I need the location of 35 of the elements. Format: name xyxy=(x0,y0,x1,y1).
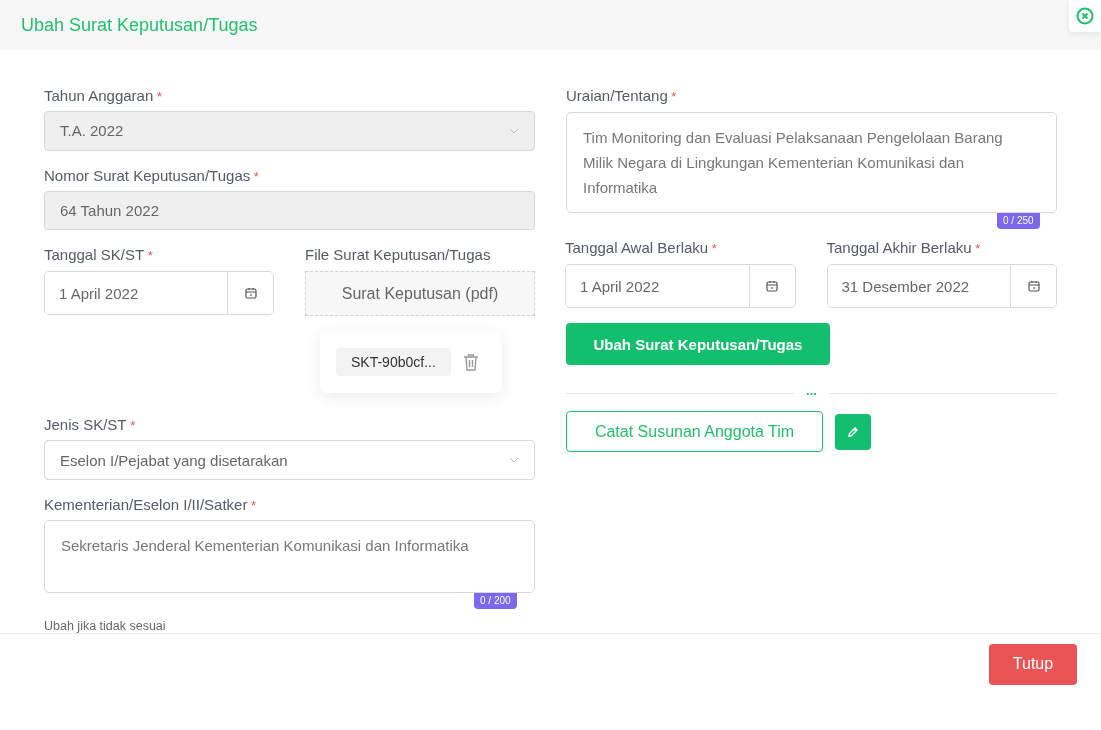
chevron-down-icon xyxy=(509,457,519,464)
text-area[interactable]: Tim Monitoring dan Evaluasi Pelaksanaan Pengelolaan Barang Milik Negara di Lingkungan Kementerian Komunikasi dan Informatika xyxy=(566,112,1057,213)
close-icon xyxy=(1076,7,1094,25)
date-field[interactable]: 31 Desember 2022 xyxy=(826,264,1057,308)
character-counter: 0 / 250 xyxy=(997,213,1040,229)
calendar-button[interactable] xyxy=(227,272,273,315)
field-label: Tanggal SK/ST * xyxy=(44,246,154,265)
file-name[interactable]: SKT-90b0cf... xyxy=(336,348,451,377)
calendar-icon xyxy=(766,280,778,292)
calendar-icon xyxy=(244,287,257,300)
select-field[interactable]: Eselon I/Pejabat yang disetarakan xyxy=(44,440,535,480)
field-label: Nomor Surat Keputusan/Tugas * xyxy=(44,166,260,184)
pencil-icon xyxy=(847,425,859,438)
field-label: Tahun Anggaran * xyxy=(44,87,163,104)
calendar-button[interactable] xyxy=(748,265,795,307)
field-label: Jenis SK/ST * xyxy=(44,416,137,434)
date-field[interactable]: 1 April 2022 xyxy=(565,264,796,308)
field-label: Tanggal Awal Berlaku * xyxy=(565,239,718,257)
field-label: File Surat Keputusan/Tugas xyxy=(305,246,492,265)
calendar-icon xyxy=(1027,280,1040,292)
field-label: Tanggal Akhir Berlaku * xyxy=(826,239,982,257)
hint-text: Ubah jika tidak sesuai xyxy=(44,619,167,633)
close-dialog-button[interactable]: Tutup xyxy=(989,643,1077,685)
trash-icon[interactable] xyxy=(462,353,479,372)
close-button[interactable] xyxy=(1069,0,1101,32)
file-upload-area[interactable]: Surat Keputusan (pdf) xyxy=(305,271,535,317)
more-dots: ... xyxy=(805,387,818,399)
text-area[interactable]: Sekretaris Jenderal Kementerian Komunikasi dan Informatika xyxy=(44,519,535,593)
field-label: Uraian/Tentang * xyxy=(566,87,678,105)
calendar-button[interactable] xyxy=(1010,265,1056,307)
chevron-down-icon xyxy=(509,127,519,134)
dialog-title: Ubah Surat Keputusan/Tugas xyxy=(21,14,258,36)
edit-button[interactable] xyxy=(835,413,871,450)
field-label: Kementerian/Eselon I/II/Satker * xyxy=(44,495,258,513)
date-field[interactable]: 1 April 2022 xyxy=(44,271,274,316)
